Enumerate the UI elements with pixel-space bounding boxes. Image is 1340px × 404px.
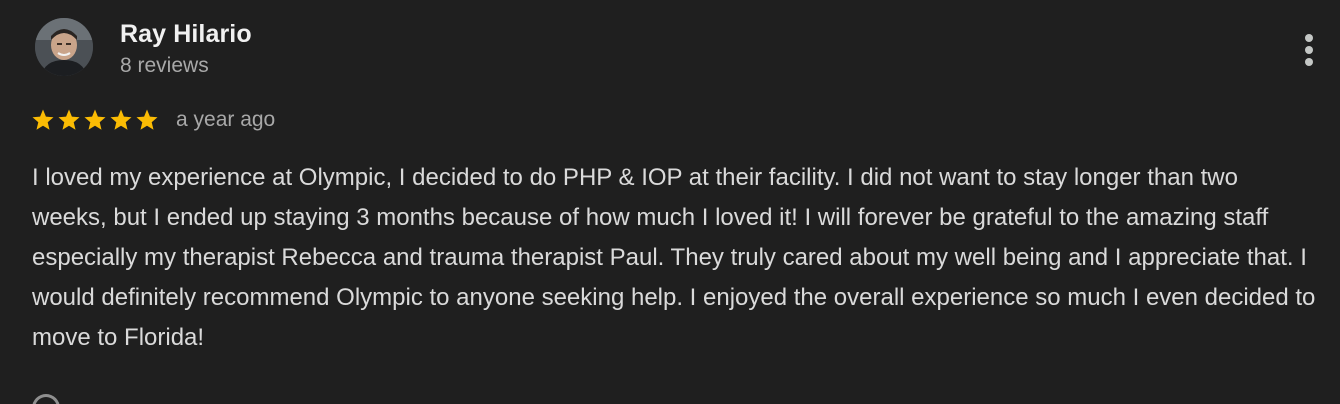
review-time: a year ago <box>176 108 276 131</box>
star-rating <box>31 108 159 132</box>
more-vertical-icon <box>1305 58 1313 66</box>
more-vertical-icon <box>1305 34 1313 42</box>
star-icon <box>135 108 159 132</box>
star-icon <box>83 108 107 132</box>
star-icon <box>57 108 81 132</box>
more-vertical-icon <box>1305 46 1313 54</box>
star-icon <box>109 108 133 132</box>
more-options-button[interactable] <box>1296 30 1324 70</box>
review-card: Ray Hilario 8 reviews a year ago I loved… <box>0 0 1340 404</box>
author-review-count[interactable]: 8 reviews <box>120 52 209 80</box>
like-icon[interactable] <box>32 394 60 404</box>
rating-row: a year ago <box>31 105 275 135</box>
avatar[interactable] <box>35 18 93 76</box>
star-icon <box>31 108 55 132</box>
author-name[interactable]: Ray Hilario <box>120 18 252 50</box>
profile-photo-icon <box>35 18 93 76</box>
review-text: I loved my experience at Olympic, I deci… <box>32 164 1316 351</box>
